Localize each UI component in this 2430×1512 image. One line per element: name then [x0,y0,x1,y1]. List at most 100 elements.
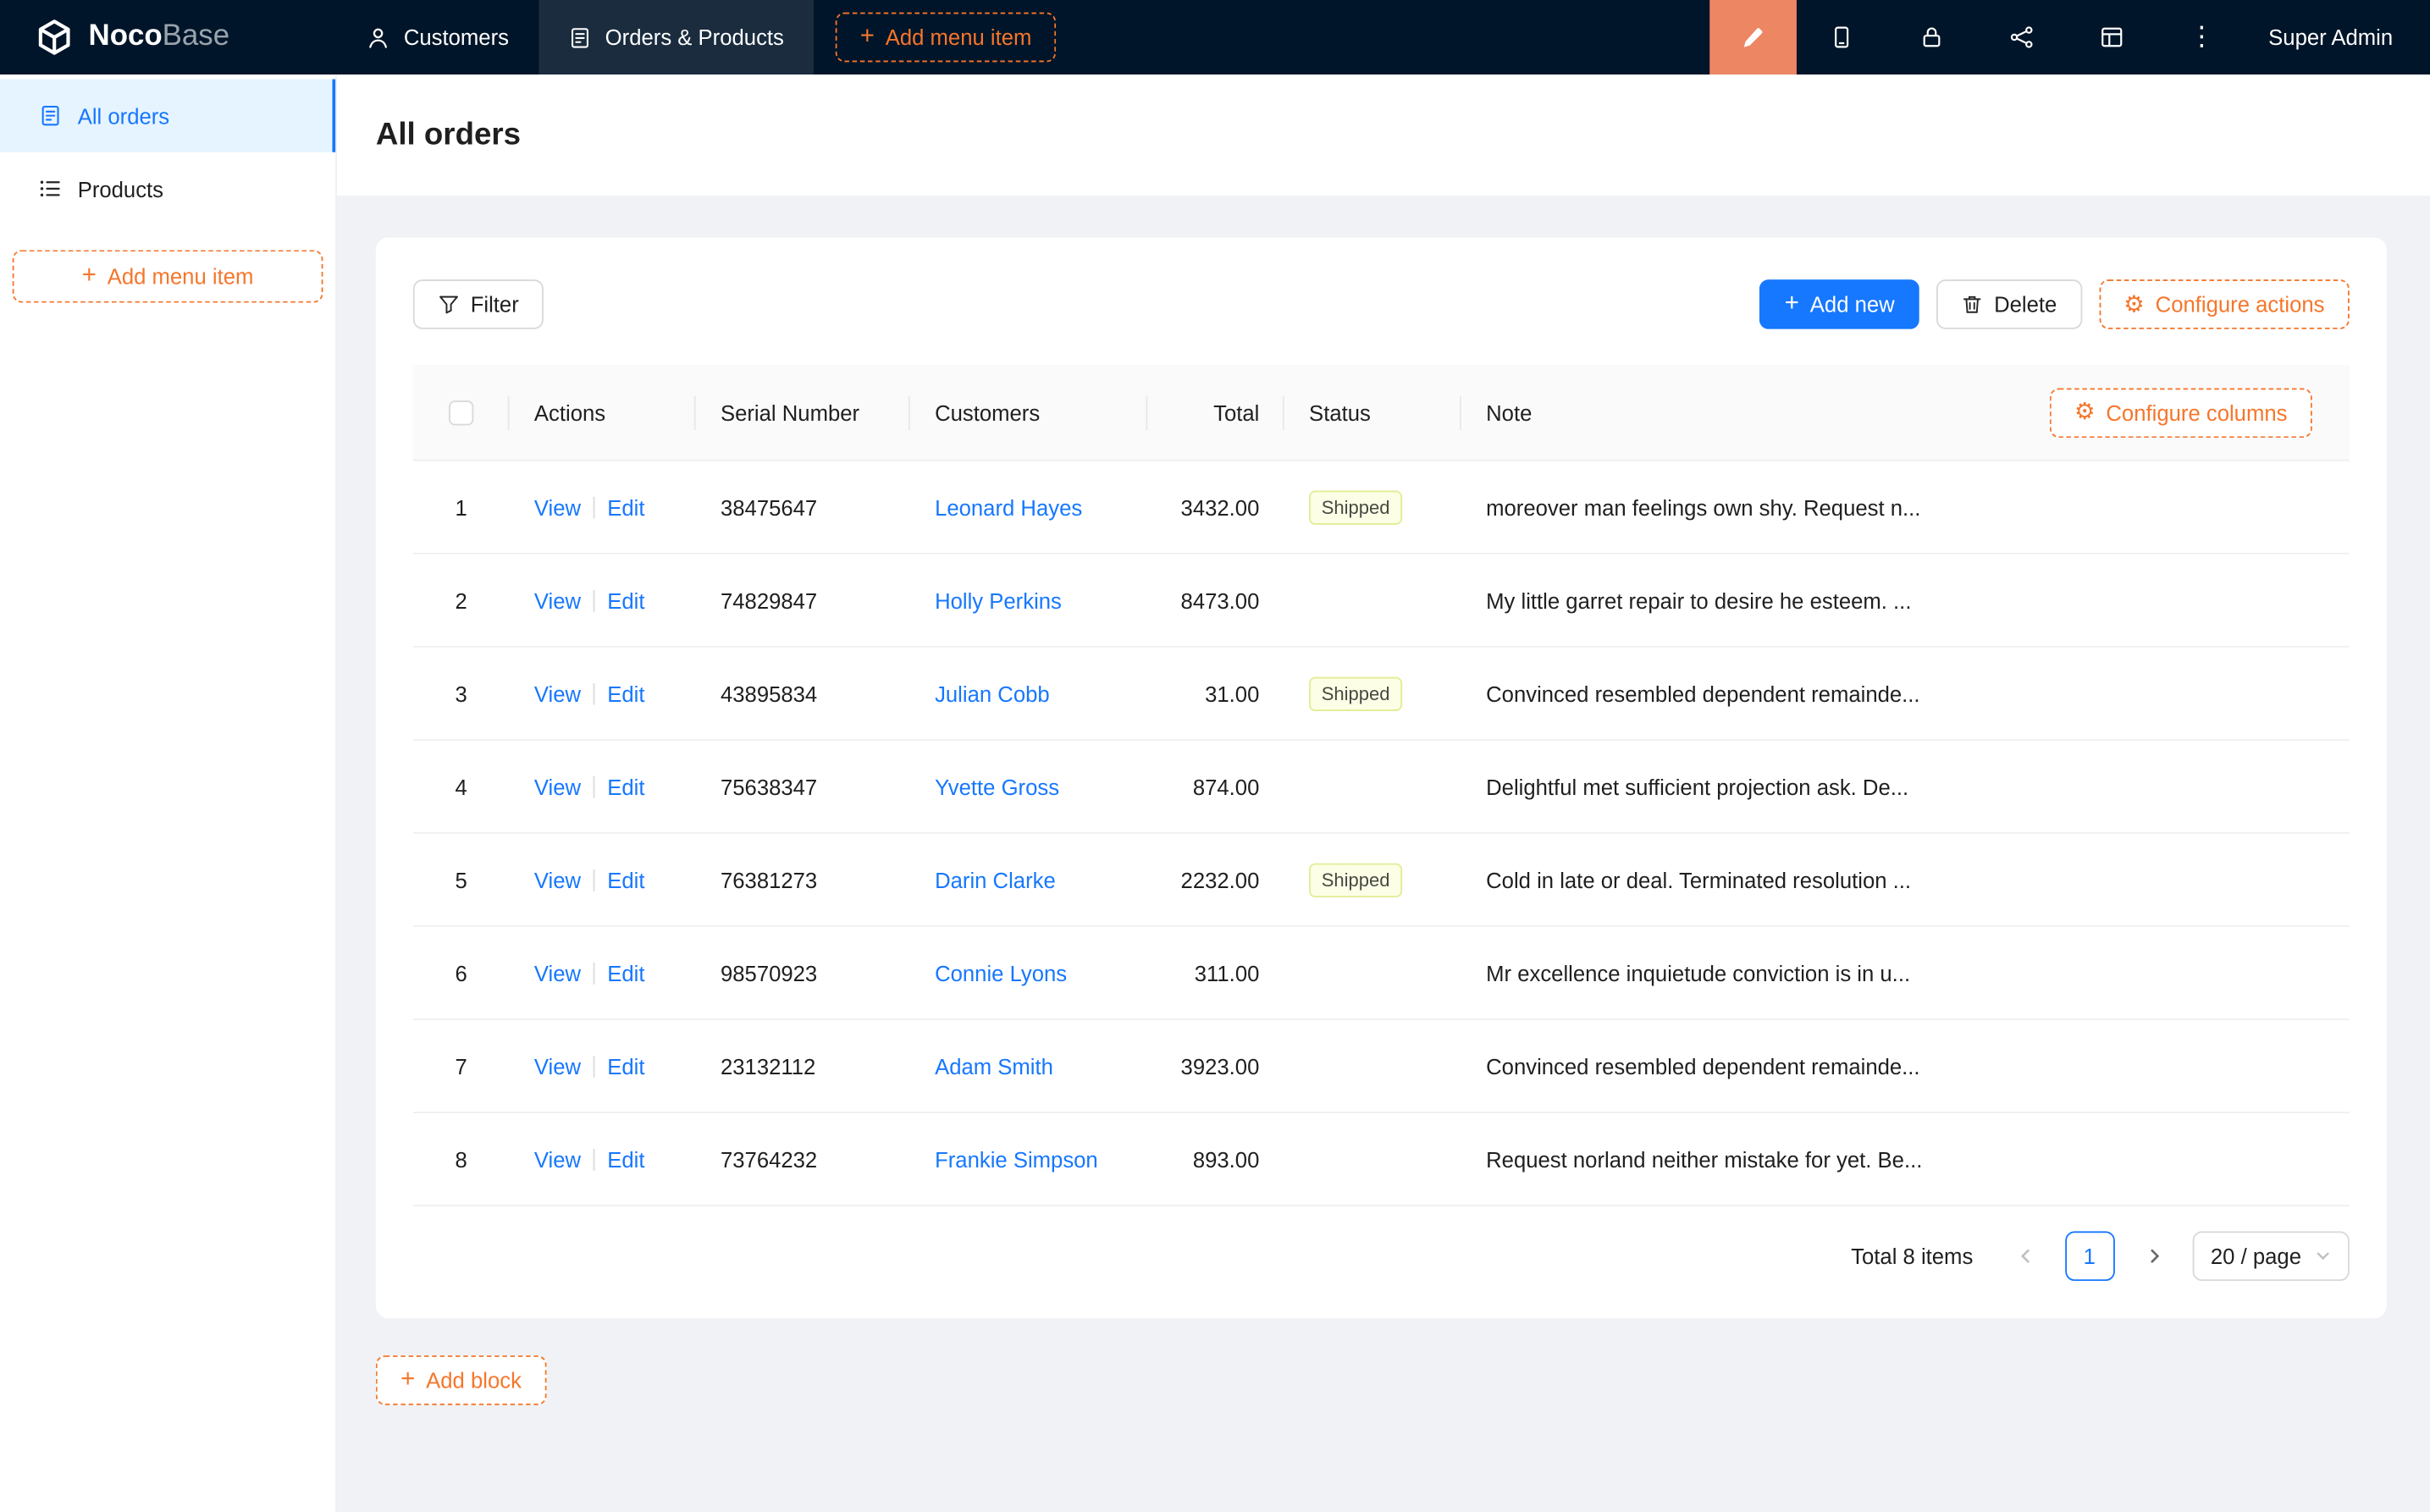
column-header-status: Status [1284,400,1461,424]
customer-link[interactable]: Adam Smith [935,1053,1053,1078]
column-header-actions: Actions [510,400,696,424]
column-header-select [413,400,510,424]
table-toolbar: Filter + Add new Delete ⚙ [413,279,2350,329]
add-new-button[interactable]: + Add new [1759,279,1919,329]
edit-link[interactable]: Edit [607,867,644,891]
view-link[interactable]: View [534,681,581,705]
edit-link[interactable]: Edit [607,1146,644,1171]
customers-icon [367,25,390,49]
note-text: Cold in late or deal. Terminated resolut… [1461,867,2350,891]
view-link[interactable]: View [534,774,581,798]
plus-icon: + [1785,291,1799,316]
row-actions: View Edit [510,1146,696,1171]
total-value: 874.00 [1147,774,1284,798]
view-link[interactable]: View [534,1053,581,1078]
delete-button[interactable]: Delete [1936,279,2081,329]
nav-item-label: Orders & Products [605,25,784,49]
edit-link[interactable]: Edit [607,588,644,612]
lock-icon[interactable] [1886,0,1976,74]
column-header-customers: Customers [910,400,1148,424]
nav-item-customers[interactable]: Customers [337,0,538,74]
add-menu-item-button-top[interactable]: + Add menu item [835,13,1056,63]
note-text: Delightful met sufficient projection ask… [1461,774,2350,798]
app-root: NocoBase Customers Orders & Products + A… [0,0,2430,1512]
table-row: 8 View Edit 73764232 Frankie Simpson 893… [413,1113,2350,1206]
chevron-down-icon [2315,1249,2330,1264]
filter-button[interactable]: Filter [413,279,544,329]
pagination: Total 8 items 1 20 / page [413,1231,2350,1281]
logo-cube-icon [34,17,75,58]
customer-link[interactable]: Julian Cobb [935,681,1050,705]
customer-link[interactable]: Holly Perkins [935,588,1062,612]
view-link[interactable]: View [534,494,581,519]
add-menu-item-button-sidebar[interactable]: + Add menu item [13,250,323,302]
status-badge: Shipped [1309,676,1402,710]
orders-file-icon [39,104,63,128]
user-menu[interactable]: Super Admin [2246,25,2430,49]
table-row: 2 View Edit 74829847 Holly Perkins 8473.… [413,555,2350,648]
pagination-prev-button[interactable] [2001,1231,2051,1281]
serial-number: 98570923 [696,960,910,985]
sidebar-item-products[interactable]: Products [0,152,335,225]
edit-link[interactable]: Edit [607,960,644,985]
configure-actions-button[interactable]: ⚙ Configure actions [2099,279,2350,329]
serial-number: 75638347 [696,774,910,798]
top-navbar: NocoBase Customers Orders & Products + A… [0,0,2430,74]
column-header-note: Note ⚙ Configure columns [1461,388,2350,438]
sidebar: All orders Products + Add menu item [0,74,337,1512]
serial-number: 23132112 [696,1053,910,1078]
nav-item-label: Customers [404,25,509,49]
view-link[interactable]: View [534,588,581,612]
total-value: 311.00 [1147,960,1284,985]
main-content: All orders Filter + Add new [337,74,2430,1512]
view-link[interactable]: View [534,960,581,985]
filter-icon [438,294,460,316]
sidebar-item-all-orders[interactable]: All orders [0,80,335,152]
edit-link[interactable]: Edit [607,1053,644,1078]
row-index: 4 [413,774,510,798]
edit-link[interactable]: Edit [607,681,644,705]
nocobase-logo[interactable]: NocoBase [0,17,337,58]
total-value: 3432.00 [1147,494,1284,519]
serial-number: 73764232 [696,1146,910,1171]
table-row: 7 View Edit 23132112 Adam Smith 3923.00 … [413,1020,2350,1113]
row-actions: View Edit [510,867,696,891]
chevron-right-icon [2146,1249,2161,1264]
ui-editor-icon[interactable] [1709,0,1797,74]
configure-columns-button[interactable]: ⚙ Configure columns [2050,388,2312,438]
add-block-button[interactable]: + Add block [376,1355,546,1405]
row-actions: View Edit [510,1053,696,1078]
layout-icon[interactable] [2067,0,2157,74]
customer-link[interactable]: Frankie Simpson [935,1146,1098,1171]
divider [594,775,595,797]
view-link[interactable]: View [534,1146,581,1171]
customer-link[interactable]: Yvette Gross [935,774,1059,798]
api-icon[interactable] [1976,0,2066,74]
total-value: 8473.00 [1147,588,1284,612]
nav-item-orders-products[interactable]: Orders & Products [538,0,814,74]
mobile-icon[interactable] [1797,0,1886,74]
customer-link[interactable]: Connie Lyons [935,960,1067,985]
note-text: My little garret repair to desire he est… [1461,588,2350,612]
pagination-total: Total 8 items [1851,1244,1973,1268]
table-body: 1 View Edit 38475647 Leonard Hayes 3432.… [413,461,2350,1206]
table-row: 3 View Edit 43895834 Julian Cobb 31.00 S… [413,648,2350,741]
customer-link[interactable]: Darin Clarke [935,867,1056,891]
edit-link[interactable]: Edit [607,494,644,519]
more-icon[interactable]: ⋮ [2157,0,2246,74]
row-index: 2 [413,588,510,612]
edit-link[interactable]: Edit [607,774,644,798]
pagination-next-button[interactable] [2129,1231,2179,1281]
row-actions: View Edit [510,774,696,798]
table-row: 1 View Edit 38475647 Leonard Hayes 3432.… [413,461,2350,555]
top-menu: Customers Orders & Products + Add menu i… [337,0,1057,74]
table-row: 4 View Edit 75638347 Yvette Gross 874.00… [413,741,2350,834]
page-size-select[interactable]: 20 / page [2192,1231,2350,1281]
plus-icon: + [82,263,97,288]
pagination-page-1[interactable]: 1 [2065,1231,2115,1281]
select-all-checkbox[interactable] [449,400,473,424]
view-link[interactable]: View [534,867,581,891]
status-badge: Shipped [1309,490,1402,524]
customer-link[interactable]: Leonard Hayes [935,494,1082,519]
total-value: 893.00 [1147,1146,1284,1171]
